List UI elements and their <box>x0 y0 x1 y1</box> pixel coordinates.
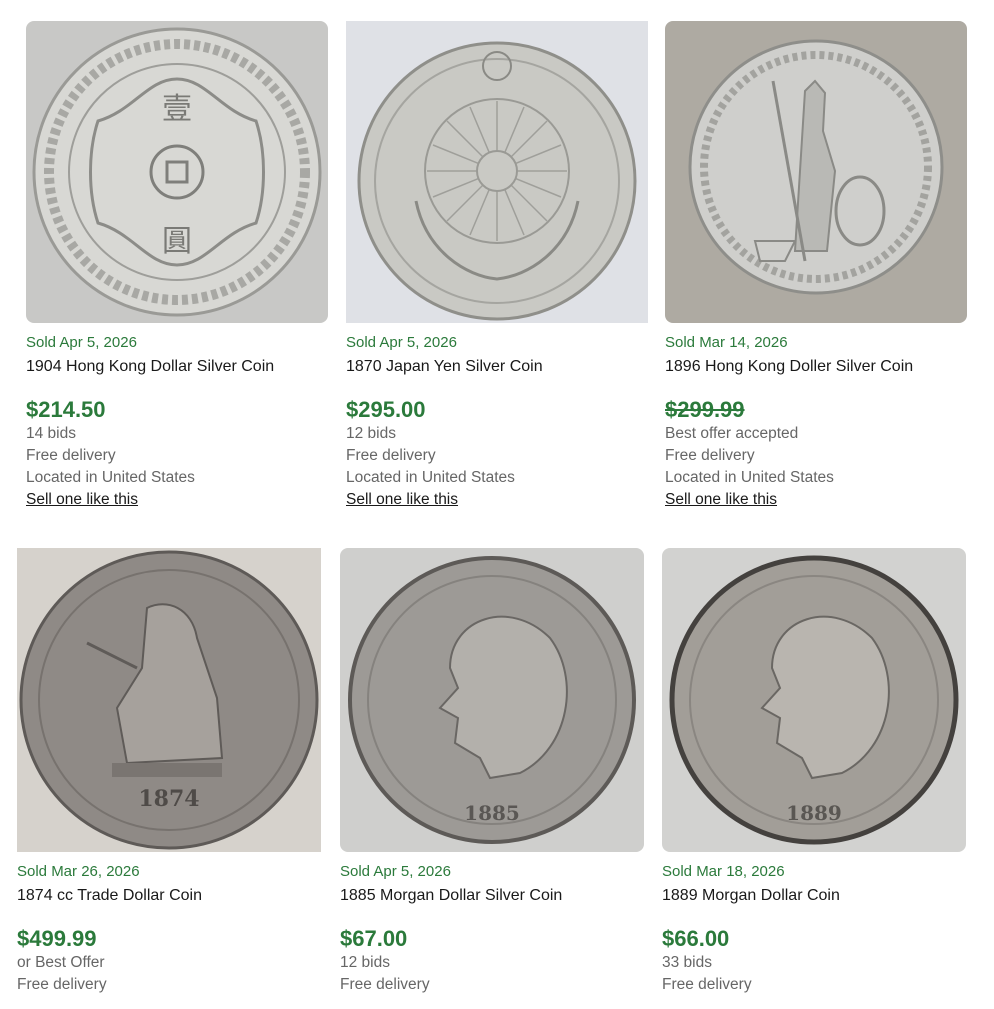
listing-card[interactable]: 壹 圓 Sold Apr 5, 2026 1904 Hong Kong Doll… <box>26 21 328 511</box>
listing-title[interactable]: 1904 Hong Kong Dollar Silver Coin <box>26 357 328 377</box>
svg-text:1874: 1874 <box>138 786 199 812</box>
listing-card[interactable]: Sold Mar 14, 2026 1896 Hong Kong Doller … <box>665 21 967 511</box>
listing-title[interactable]: 1874 cc Trade Dollar Coin <box>17 886 321 906</box>
listing-title[interactable]: 1896 Hong Kong Doller Silver Coin <box>665 357 967 377</box>
sold-date: Sold Mar 26, 2026 <box>17 863 140 880</box>
bid-count: 12 bids <box>340 954 390 971</box>
sold-date: Sold Mar 14, 2026 <box>665 334 788 351</box>
morgan-dollar-coin-icon: 1885 <box>340 548 644 852</box>
delivery-info: Free delivery <box>346 447 436 464</box>
sell-one-like-this-link[interactable]: Sell one like this <box>346 489 648 511</box>
listing-card[interactable]: 1874 Sold Mar 26, 2026 1874 cc Trade Dol… <box>17 548 321 996</box>
delivery-info: Free delivery <box>26 447 116 464</box>
listing-card[interactable]: Sold Apr 5, 2026 1870 Japan Yen Silver C… <box>346 21 648 511</box>
location-info: Located in United States <box>346 469 515 486</box>
listing-image[interactable] <box>346 21 648 323</box>
listing-card[interactable]: 1889 Sold Mar 18, 2026 1889 Morgan Dolla… <box>662 548 966 996</box>
sold-date: Sold Apr 5, 2026 <box>26 334 137 351</box>
listing-price: $214.50 <box>26 397 106 422</box>
offer-status: Best offer accepted <box>665 425 799 442</box>
location-info: Located in United States <box>26 469 195 486</box>
delivery-info: Free delivery <box>662 976 752 993</box>
svg-text:壹: 壹 <box>162 92 192 127</box>
sell-one-like-this-link[interactable]: Sell one like this <box>665 489 967 511</box>
sold-date: Sold Mar 18, 2026 <box>662 863 785 880</box>
listing-title[interactable]: 1870 Japan Yen Silver Coin <box>346 357 648 377</box>
delivery-info: Free delivery <box>17 976 107 993</box>
listing-title[interactable]: 1889 Morgan Dollar Coin <box>662 886 966 906</box>
britannia-trade-dollar-coin-icon <box>665 21 967 323</box>
svg-text:1885: 1885 <box>464 801 520 825</box>
sell-one-like-this-link[interactable]: Sell one like this <box>26 489 328 511</box>
bid-count: 14 bids <box>26 425 76 442</box>
location-info: Located in United States <box>665 469 834 486</box>
delivery-info: Free delivery <box>340 976 430 993</box>
listing-image[interactable] <box>665 21 967 323</box>
listing-price: $299.99 <box>665 397 745 422</box>
svg-text:圓: 圓 <box>162 224 192 259</box>
listing-title[interactable]: 1885 Morgan Dollar Silver Coin <box>340 886 644 906</box>
svg-text:1889: 1889 <box>786 801 842 825</box>
listing-image[interactable]: 1874 <box>17 548 321 852</box>
sold-date: Sold Apr 5, 2026 <box>340 863 451 880</box>
delivery-info: Free delivery <box>665 447 755 464</box>
japan-yen-coin-icon <box>346 21 648 323</box>
seated-liberty-trade-dollar-coin-icon: 1874 <box>17 548 321 852</box>
listing-card[interactable]: 1885 Sold Apr 5, 2026 1885 Morgan Dollar… <box>340 548 644 996</box>
hong-kong-dollar-coin-icon: 壹 圓 <box>26 21 328 323</box>
listing-price: $499.99 <box>17 926 97 951</box>
bid-count: 33 bids <box>662 954 712 971</box>
listing-image[interactable]: 1885 <box>340 548 644 852</box>
offer-status: or Best Offer <box>17 954 105 971</box>
listing-price: $67.00 <box>340 926 408 951</box>
listing-image[interactable]: 壹 圓 <box>26 21 328 323</box>
bid-count: 12 bids <box>346 425 396 442</box>
listing-price: $66.00 <box>662 926 730 951</box>
listing-price: $295.00 <box>346 397 426 422</box>
morgan-dollar-coin-icon: 1889 <box>662 548 966 852</box>
listing-image[interactable]: 1889 <box>662 548 966 852</box>
sold-date: Sold Apr 5, 2026 <box>346 334 457 351</box>
